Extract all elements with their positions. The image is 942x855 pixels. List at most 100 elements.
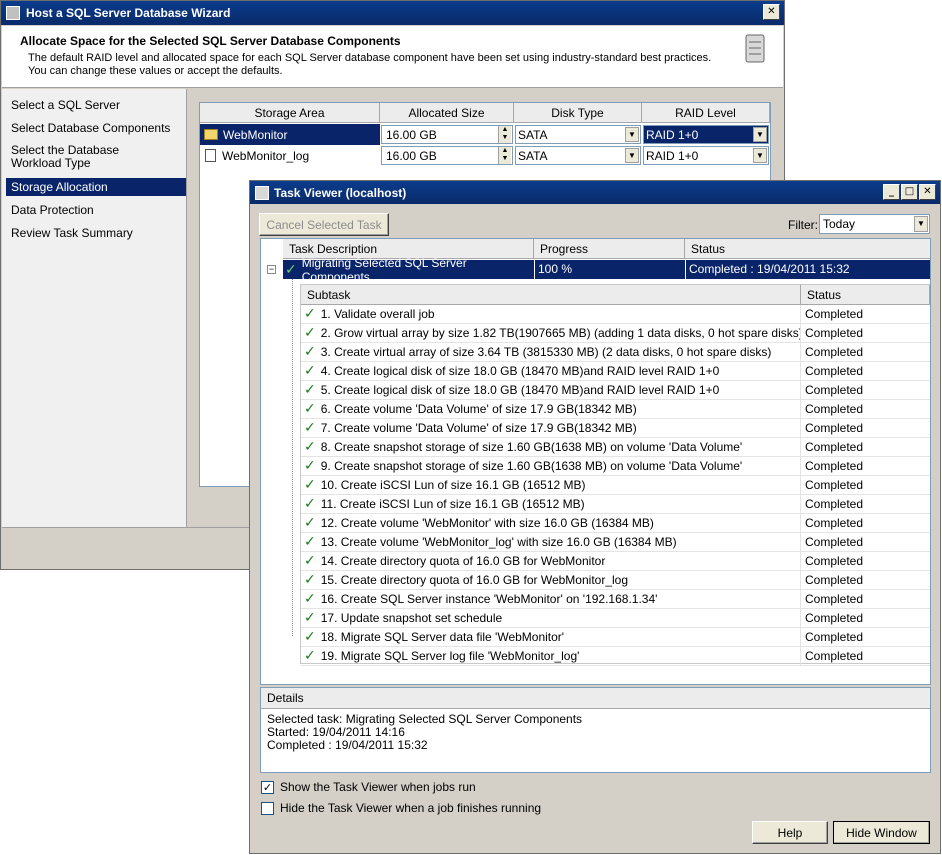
subtask-row[interactable]: ✓ 7. Create volume 'Data Volume' of size … <box>301 419 930 438</box>
chevron-down-icon[interactable]: ▼ <box>914 216 928 232</box>
subtask-text: 5. Create logical disk of size 18.0 GB (… <box>320 383 720 397</box>
collapse-toggle-icon[interactable]: − <box>267 265 276 274</box>
subtask-row[interactable]: ✓ 5. Create logical disk of size 18.0 GB … <box>301 381 930 400</box>
spinner-arrows-icon[interactable]: ▲ ▼ <box>498 126 511 143</box>
wizard-nav-label: Select a SQL Server <box>11 98 120 112</box>
disk-type-select[interactable]: SATA ▼ <box>515 125 641 144</box>
storage-area-cell: WebMonitor_log <box>200 145 380 166</box>
wizard-header: Allocate Space for the Selected SQL Serv… <box>2 26 783 88</box>
header-subtask[interactable]: Subtask <box>301 285 801 305</box>
subtask-row[interactable]: ✓ 6. Create volume 'Data Volume' of size … <box>301 400 930 419</box>
subtask-text: 4. Create logical disk of size 18.0 GB (… <box>320 364 720 378</box>
subtask-row[interactable]: ✓ 16. Create SQL Server instance 'WebMoni… <box>301 590 930 609</box>
subtask-text: 7. Create volume 'Data Volume' of size 1… <box>320 421 637 435</box>
subtask-cell: ✓ 10. Create iSCSI Lun of size 16.1 GB (1… <box>301 476 801 494</box>
subtask-row[interactable]: ✓ 2. Grow virtual array by size 1.82 TB(1… <box>301 324 930 343</box>
check-icon: ✓ <box>304 477 316 493</box>
subtask-row[interactable]: ✓ 4. Create logical disk of size 18.0 GB … <box>301 362 930 381</box>
subtask-row[interactable]: ✓ 19. Migrate SQL Server log file 'WebMon… <box>301 647 930 666</box>
wizard-nav-item-2[interactable]: Select the Database Workload Type <box>6 144 164 170</box>
task-description-cell: ✓ Migrating Selected SQL Server Componen… <box>283 256 534 284</box>
chevron-down-icon[interactable]: ▼ <box>753 127 767 142</box>
details-header: Details <box>261 688 930 709</box>
raid-level-select[interactable]: RAID 1+0 ▼ <box>643 125 769 144</box>
allocated-size-spinner[interactable]: 16.00 GB ▲ ▼ <box>381 125 513 144</box>
header-progress[interactable]: Progress <box>534 239 685 259</box>
wizard-nav-item-3[interactable]: Storage Allocation <box>6 178 186 196</box>
task-row[interactable]: − ✓ Migrating Selected SQL Server Compon… <box>261 256 930 284</box>
wizard-close-button[interactable]: ✕ <box>763 4 780 20</box>
subtask-text: 10. Create iSCSI Lun of size 16.1 GB (16… <box>320 478 586 492</box>
subtask-row[interactable]: ✓ 1. Validate overall job Completed <box>301 305 930 324</box>
subtask-row[interactable]: ✓ 10. Create iSCSI Lun of size 16.1 GB (1… <box>301 476 930 495</box>
allocated-size-spinner[interactable]: 16.00 GB ▲ ▼ <box>381 146 513 165</box>
raid-level-select[interactable]: RAID 1+0 ▼ <box>643 146 769 165</box>
chevron-down-icon[interactable]: ▼ <box>625 148 639 163</box>
subtask-text: 11. Create iSCSI Lun of size 16.1 GB (16… <box>320 497 585 511</box>
storage-row-0[interactable]: WebMonitor 16.00 GB ▲ ▼ SATA ▼ RAID 1+0 ▼ <box>200 124 770 145</box>
wizard-nav-item-5[interactable]: Review Task Summary <box>6 224 186 242</box>
wizard-nav-item-0[interactable]: Select a SQL Server <box>6 96 186 114</box>
subtask-cell: ✓ 13. Create volume 'WebMonitor_log' with… <box>301 533 801 551</box>
subtask-row[interactable]: ✓ 14. Create directory quota of 16.0 GB f… <box>301 552 930 571</box>
cancel-selected-task-button[interactable]: Cancel Selected Task <box>259 213 389 236</box>
subtask-cell: ✓ 9. Create snapshot storage of size 1.60… <box>301 457 801 475</box>
subtask-row[interactable]: ✓ 18. Migrate SQL Server data file 'WebMo… <box>301 628 930 647</box>
grid-header-storage-area[interactable]: Storage Area <box>200 103 380 123</box>
minimize-icon: _ <box>889 186 894 197</box>
subtask-text: 19. Migrate SQL Server log file 'WebMoni… <box>320 649 580 663</box>
subtask-row[interactable]: ✓ 9. Create snapshot storage of size 1.60… <box>301 457 930 476</box>
disk-type-select[interactable]: SATA ▼ <box>515 146 641 165</box>
chevron-down-icon[interactable]: ▼ <box>753 148 767 163</box>
filter-label: Filter: <box>788 218 818 232</box>
wizard-nav-item-1[interactable]: Select Database Components <box>6 119 186 137</box>
header-subtask-status[interactable]: Status <box>801 285 930 305</box>
subtask-status: Completed <box>805 573 864 587</box>
subtask-status: Completed <box>805 326 864 340</box>
hide-window-button[interactable]: Hide Window <box>833 821 930 844</box>
filter-select[interactable]: Today ▼ <box>819 214 930 234</box>
task-viewer-window: Task Viewer (localhost) _ □ ✕ Cancel Sel… <box>249 180 941 854</box>
wizard-nav-item-4[interactable]: Data Protection <box>6 201 186 219</box>
details-line-3: Completed : 19/04/2011 15:32 <box>267 738 428 752</box>
subtask-text: 16. Create SQL Server instance 'WebMonit… <box>320 592 658 606</box>
wizard-nav-label: Select the Database Workload Type <box>11 143 120 170</box>
subtask-row[interactable]: ✓ 8. Create snapshot storage of size 1.60… <box>301 438 930 457</box>
wizard-nav-label: Review Task Summary <box>11 226 133 240</box>
checkbox-checked-icon[interactable]: ✓ <box>261 780 274 794</box>
grid-header-disk-type[interactable]: Disk Type <box>514 103 642 123</box>
wizard-titlebar[interactable]: Host a SQL Server Database Wizard ✕ <box>1 1 784 25</box>
grid-header-raid-level[interactable]: RAID Level <box>642 103 770 123</box>
hide-viewer-checkbox[interactable]: Hide the Task Viewer when a job finishes… <box>261 801 541 815</box>
subtask-row[interactable]: ✓ 12. Create volume 'WebMonitor' with siz… <box>301 514 930 533</box>
checkbox-unchecked-icon[interactable] <box>261 801 274 815</box>
header-status[interactable]: Status <box>685 239 930 259</box>
subtask-status: Completed <box>805 383 864 397</box>
subtask-row[interactable]: ✓ 3. Create virtual array of size 3.64 TB… <box>301 343 930 362</box>
subtask-status: Completed <box>805 364 864 378</box>
wizard-title: Host a SQL Server Database Wizard <box>26 6 231 20</box>
task-progress-cell: 100 % <box>534 260 685 279</box>
maximize-icon: □ <box>904 186 915 197</box>
subtask-cell: ✓ 15. Create directory quota of 16.0 GB f… <box>301 571 801 589</box>
subtask-text: 9. Create snapshot storage of size 1.60 … <box>320 459 743 473</box>
minimize-button[interactable]: _ <box>883 184 900 200</box>
spinner-arrows-icon[interactable]: ▲ ▼ <box>498 147 511 164</box>
show-viewer-checkbox[interactable]: ✓ Show the Task Viewer when jobs run <box>261 780 476 794</box>
subtask-status: Completed <box>805 440 864 454</box>
subtask-row[interactable]: ✓ 11. Create iSCSI Lun of size 16.1 GB (1… <box>301 495 930 514</box>
chevron-down-icon[interactable]: ▼ <box>625 127 639 142</box>
show-viewer-label: Show the Task Viewer when jobs run <box>280 780 476 794</box>
maximize-button[interactable]: □ <box>901 184 918 200</box>
subtask-cell: ✓ 2. Grow virtual array by size 1.82 TB(1… <box>301 324 801 342</box>
subtask-row[interactable]: ✓ 17. Update snapshot set schedule Complet… <box>301 609 930 628</box>
storage-row-1[interactable]: WebMonitor_log 16.00 GB ▲ ▼ SATA ▼ RAID 1… <box>200 145 770 166</box>
subtask-row[interactable]: ✓ 15. Create directory quota of 16.0 GB f… <box>301 571 930 590</box>
check-icon: ✓ <box>304 401 316 417</box>
close-button[interactable]: ✕ <box>919 184 936 200</box>
grid-header-allocated-size[interactable]: Allocated Size <box>380 103 514 123</box>
help-button[interactable]: Help <box>752 821 828 844</box>
subtask-row[interactable]: ✓ 13. Create volume 'WebMonitor_log' with… <box>301 533 930 552</box>
task-viewer-titlebar[interactable]: Task Viewer (localhost) _ □ ✕ <box>250 181 940 204</box>
wizard-nav-label: Select Database Components <box>11 121 171 135</box>
